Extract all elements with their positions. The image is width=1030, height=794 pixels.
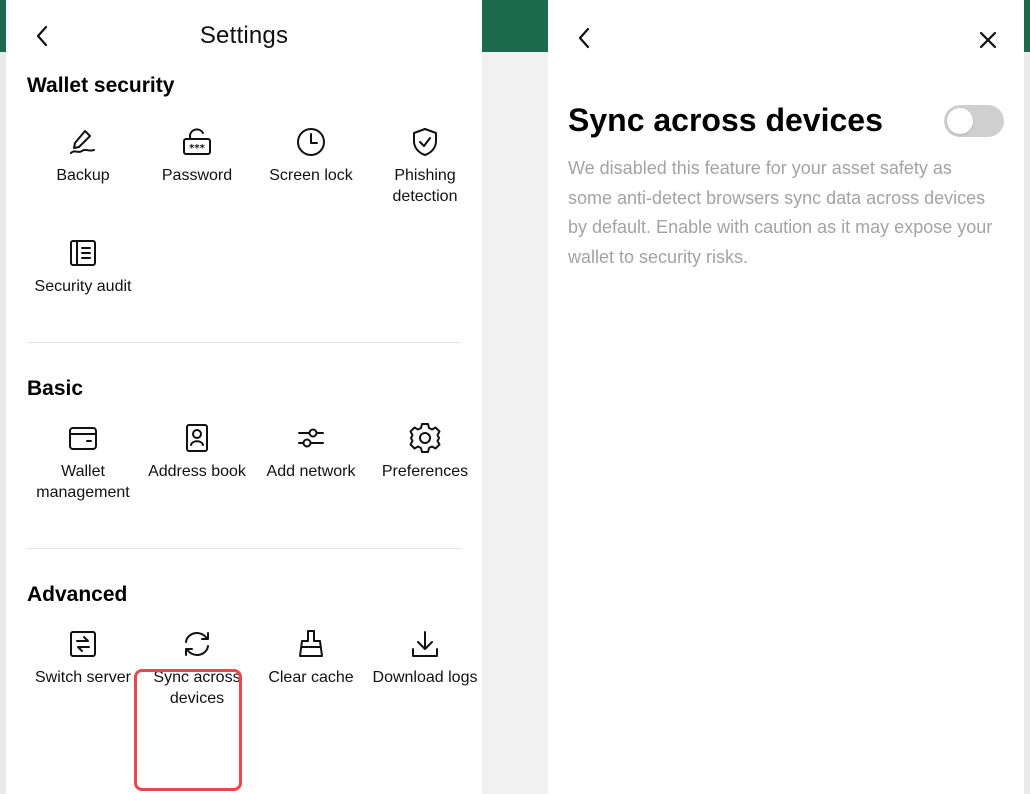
shield-check-icon	[408, 125, 442, 159]
back-button[interactable]	[28, 22, 56, 50]
switch-icon	[66, 627, 100, 661]
section-wallet-security: Wallet security Backup *** Password Scre…	[6, 74, 482, 297]
add-network-button[interactable]: Add network	[254, 421, 368, 503]
clock-icon	[294, 125, 328, 159]
tile-label: Backup	[56, 167, 110, 184]
wallet-management-button[interactable]: Wallet management	[26, 421, 140, 503]
broom-icon	[294, 627, 328, 661]
tile-label: Security audit	[34, 278, 132, 295]
pen-signature-icon	[66, 125, 100, 159]
svg-text:***: ***	[189, 143, 205, 154]
advanced-grid: Switch server Sync across devices Clear …	[26, 627, 477, 709]
switch-server-button[interactable]: Switch server	[26, 627, 140, 709]
tile-label: Screen lock	[269, 167, 353, 184]
preferences-button[interactable]: Preferences	[368, 421, 482, 503]
section-advanced: Advanced Switch server Sync across devic…	[6, 583, 482, 709]
sync-row: Sync across devices	[568, 102, 1004, 139]
tile-label: Clear cache	[268, 669, 354, 686]
sync-panel: Sync across devices We disabled this fea…	[548, 0, 1024, 794]
section-divider	[26, 342, 462, 343]
password-button[interactable]: *** Password	[140, 125, 254, 207]
section-title: Basic	[27, 377, 84, 400]
gear-icon	[408, 421, 442, 455]
clear-cache-button[interactable]: Clear cache	[254, 627, 368, 709]
wallet-icon	[66, 421, 100, 455]
document-icon	[66, 236, 100, 270]
address-book-button[interactable]: Address book	[140, 421, 254, 503]
sync-icon	[180, 627, 214, 661]
back-button[interactable]	[570, 24, 598, 52]
download-logs-button[interactable]: Download logs	[368, 627, 482, 709]
contact-book-icon	[180, 421, 214, 455]
security-audit-button[interactable]: Security audit	[26, 236, 140, 297]
toggle-knob	[947, 107, 973, 134]
basic-grid: Wallet management Address book Add netwo…	[26, 421, 468, 503]
background-gap	[482, 52, 548, 794]
phishing-detection-button[interactable]: Phishing detection	[368, 125, 482, 207]
settings-panel: Settings Wallet security Backup *** Pass…	[6, 0, 482, 794]
tile-label: Switch server	[34, 669, 132, 686]
section-title: Wallet security	[27, 74, 175, 97]
section-divider	[26, 548, 462, 549]
sync-toggle[interactable]	[944, 104, 1004, 137]
tile-label: Preferences	[381, 463, 469, 480]
close-icon	[979, 31, 997, 49]
chevron-left-icon	[578, 27, 590, 49]
tile-label: Download logs	[372, 669, 478, 686]
wallet-security-grid: Backup *** Password Screen lock Phishing…	[26, 125, 462, 297]
backup-button[interactable]: Backup	[26, 125, 140, 207]
lock-password-icon: ***	[180, 125, 214, 159]
chevron-left-icon	[36, 25, 48, 47]
sync-description: We disabled this feature for your asset …	[568, 158, 993, 267]
tile-label: Address book	[148, 463, 246, 480]
section-basic: Basic Wallet management Address book Add…	[6, 377, 482, 503]
settings-header: Settings	[6, 0, 482, 72]
section-title: Advanced	[27, 583, 128, 606]
sync-title: Sync across devices	[568, 102, 883, 138]
tile-label: Phishing detection	[392, 167, 458, 205]
background-strip-right	[1024, 0, 1030, 52]
close-button[interactable]	[974, 26, 1002, 54]
sliders-icon	[294, 421, 328, 455]
tile-label: Add network	[266, 463, 356, 480]
download-icon	[408, 627, 442, 661]
tile-label: Sync across devices	[153, 669, 241, 707]
sync-across-devices-button[interactable]: Sync across devices	[140, 627, 254, 709]
background-strip-middle	[482, 0, 548, 52]
screen-lock-button[interactable]: Screen lock	[254, 125, 368, 207]
page-title: Settings	[199, 22, 289, 49]
tile-label: Password	[161, 167, 233, 184]
tile-label: Wallet management	[36, 463, 130, 501]
